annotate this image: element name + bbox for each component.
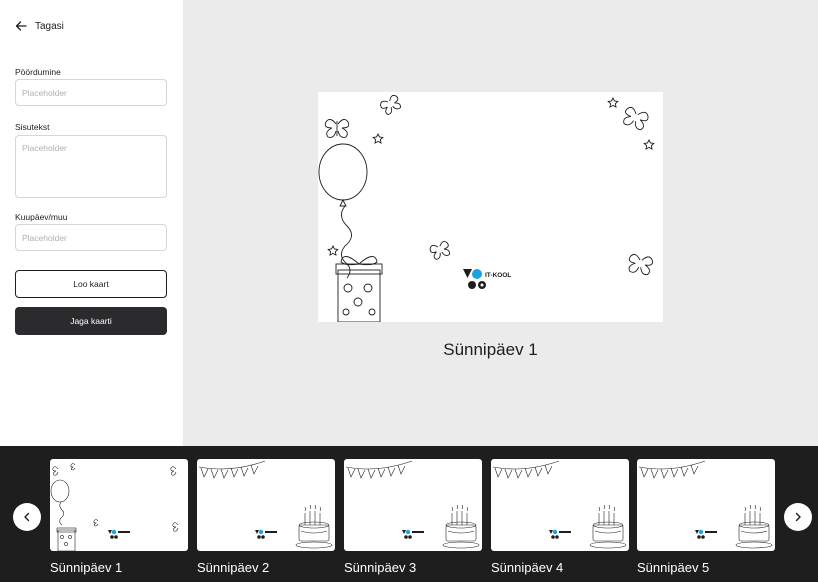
carousel-prev-button[interactable]	[13, 503, 41, 531]
balloon-shape	[318, 143, 368, 201]
template-thumbnail[interactable]	[637, 459, 775, 551]
date-input[interactable]	[15, 224, 167, 251]
template-label: Sünnipäev 5	[637, 560, 710, 575]
star-icon	[643, 138, 655, 150]
card-preview: IT-KOOL	[318, 92, 663, 322]
back-button[interactable]: Tagasi	[15, 20, 64, 32]
template-thumbnail[interactable]	[197, 459, 335, 551]
share-card-button[interactable]: Jaga kaarti	[15, 307, 167, 335]
butterfly-icon	[623, 106, 649, 131]
butterfly-icon	[324, 119, 350, 138]
date-label: Kuupäev/muu	[15, 212, 68, 222]
carousel-next-button[interactable]	[784, 503, 812, 531]
template-carousel: Sünnipäev 1 Sünnipäev 2 Sünnipäev 3 Sünn…	[0, 446, 818, 582]
template-label: Sünnipäev 2	[197, 560, 270, 575]
template-thumbnail[interactable]	[344, 459, 482, 551]
balloon-illustration	[50, 463, 179, 551]
cake-illustration	[198, 460, 333, 549]
star-icon	[372, 132, 384, 144]
cake-illustration	[492, 460, 627, 549]
arrow-left-icon	[15, 21, 27, 31]
body-text-label: Sisutekst	[15, 122, 50, 132]
sidebar: Tagasi Pöördumine Sisutekst Kuupäev/muu …	[0, 0, 183, 446]
cake-illustration	[638, 460, 773, 549]
cake-illustration	[345, 460, 480, 549]
back-label: Tagasi	[35, 20, 64, 32]
template-label: Sünnipäev 4	[491, 560, 564, 575]
star-icon	[607, 96, 619, 108]
template-thumbnail[interactable]	[50, 459, 188, 551]
butterfly-icon	[380, 94, 401, 116]
butterfly-icon	[429, 240, 450, 260]
body-text-input[interactable]	[15, 135, 167, 198]
preview-title: Sünnipäev 1	[443, 340, 538, 359]
template-label: Sünnipäev 3	[344, 560, 417, 575]
chevron-right-icon	[795, 512, 801, 522]
greeting-input[interactable]	[15, 79, 167, 106]
template-thumbnail[interactable]	[491, 459, 629, 551]
chevron-left-icon	[24, 512, 30, 522]
star-icon	[327, 244, 339, 256]
greeting-label: Pöördumine	[15, 67, 61, 77]
butterfly-icon	[628, 253, 653, 276]
it-kool-logo: IT-KOOL	[463, 269, 511, 289]
template-label: Sünnipäev 1	[50, 560, 123, 575]
svg-text:IT-KOOL: IT-KOOL	[485, 272, 511, 279]
balloon-illustration: IT-KOOL	[318, 94, 655, 322]
create-card-button[interactable]: Loo kaart	[15, 270, 167, 298]
